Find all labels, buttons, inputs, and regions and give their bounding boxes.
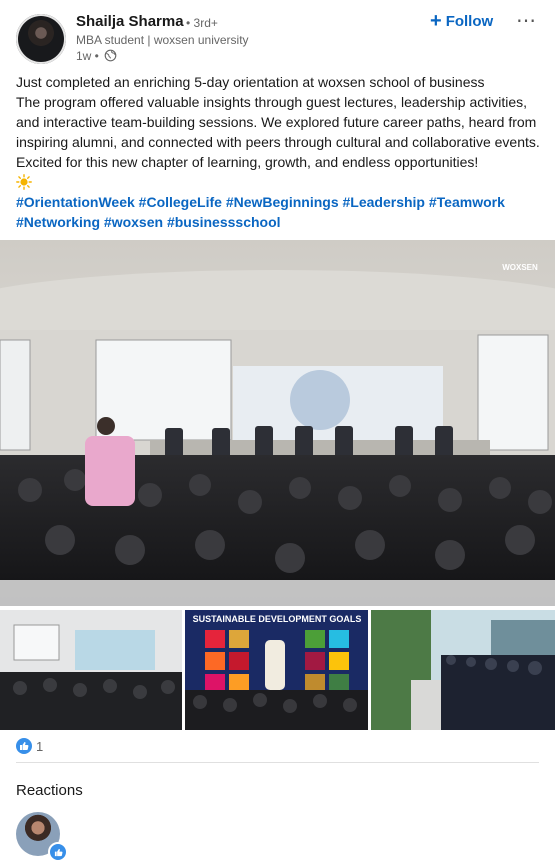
post-header: Shailja Sharma • 3rd+ MBA student | woxs… (0, 0, 555, 70)
campus-photo (371, 610, 555, 730)
globe-icon (104, 49, 117, 62)
post-image-thumb-3[interactable] (371, 610, 555, 730)
divider (16, 762, 539, 763)
post-body: Just completed an enriching 5-day orient… (16, 72, 541, 232)
connection-degree: • 3rd+ (186, 16, 218, 30)
hashtag[interactable]: #Teamwork (429, 194, 505, 210)
post-time: 1w • (76, 49, 99, 63)
hashtag[interactable]: #businessschool (167, 214, 281, 230)
woxsen-logo: WOXSEN (502, 263, 538, 272)
author-avatar[interactable] (16, 14, 66, 64)
like-badge-icon (48, 842, 68, 862)
post-image-main[interactable]: WOXSEN (0, 240, 555, 606)
follow-button[interactable]: + Follow (430, 10, 493, 32)
hashtag[interactable]: #Networking (16, 214, 100, 230)
hashtag[interactable]: #CollegeLife (139, 194, 222, 210)
hashtag[interactable]: #OrientationWeek (16, 194, 135, 210)
follow-label: Follow (445, 12, 494, 30)
hashtag[interactable]: #woxsen (104, 214, 163, 230)
reaction-count: 1 (36, 738, 44, 754)
hashtag[interactable]: #NewBeginnings (226, 194, 339, 210)
author-headline: MBA student | woxsen university (76, 33, 249, 47)
sdg-photo: SUSTAINABLE DEVELOPMENT GOALS (185, 610, 368, 730)
post-image-thumb-1[interactable] (0, 610, 182, 730)
post-line-1: Just completed an enriching 5-day orient… (16, 74, 485, 90)
post-line-2: The program offered valuable insights th… (16, 94, 540, 170)
auditorium-photo: WOXSEN (0, 240, 555, 606)
sun-icon (16, 174, 32, 190)
plus-icon: + (430, 10, 442, 32)
sdg-title: SUSTAINABLE DEVELOPMENT GOALS (193, 614, 362, 624)
hashtags: #OrientationWeek #CollegeLife #NewBeginn… (16, 192, 541, 232)
reactions-heading: Reactions (16, 782, 83, 799)
hall-photo (0, 610, 182, 730)
like-icon (16, 738, 32, 754)
more-options-button[interactable]: ⋯ (516, 8, 537, 33)
author-name[interactable]: Shailja Sharma (76, 13, 184, 30)
hashtag[interactable]: #Leadership (343, 194, 425, 210)
post-image-thumb-2[interactable]: SUSTAINABLE DEVELOPMENT GOALS (185, 610, 368, 730)
reaction-summary[interactable]: 1 (16, 737, 43, 755)
